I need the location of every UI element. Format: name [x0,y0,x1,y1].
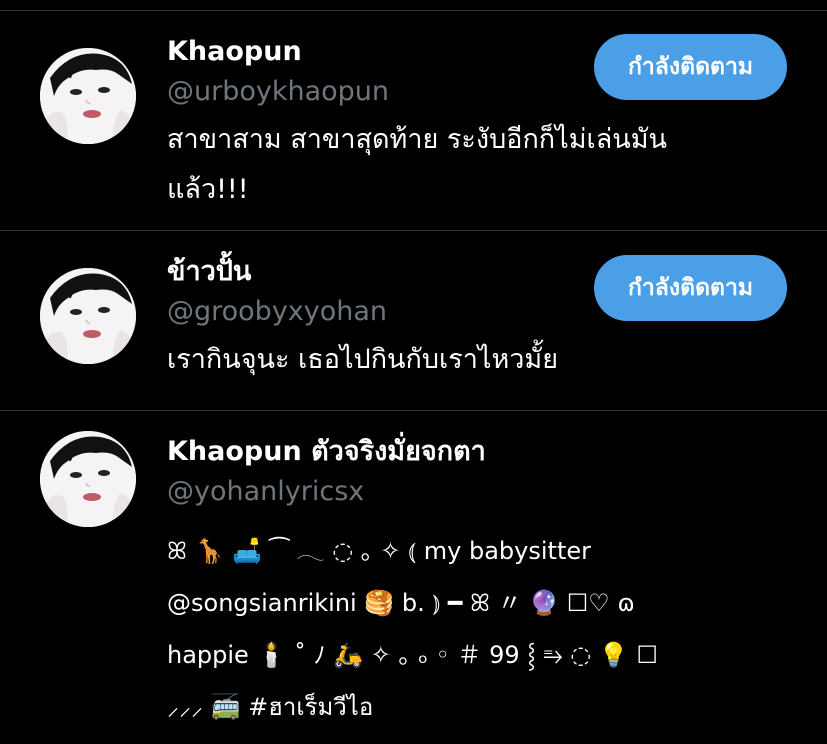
user-handle: @urboykhaopun [167,76,390,107]
user-bio: สาขาสาม สาขาสุดท้าย ระงับอีกก็ไม่เล่นมัน… [167,115,767,215]
bio-line: ꕤ 🦒 🛋️ ⁀ 𓂃 ◌ ｡ ✧ ⦅ my babysitter [167,537,591,565]
display-name: ข้าวปั้น [167,256,252,287]
avatar-illustration-icon [40,268,136,364]
display-name: Khaopun [167,36,302,67]
avatar-illustration-icon [40,431,136,527]
user-handle: @yohanlyricsx [167,476,365,507]
user-row-1[interactable]: Khaopun @urboykhaopun สาขาสาม สาขาสุดท้า… [0,11,827,230]
bio-line: แล้ว!!! [167,174,249,205]
display-name: Khaopun ตัวจริงมั่ยจกตา [167,436,486,467]
avatar[interactable] [40,431,136,527]
user-bio: ꕤ 🦒 🛋️ ⁀ 𓂃 ◌ ｡ ✧ ⦅ my babysitter @songsi… [167,525,807,733]
avatar-illustration-icon [40,48,136,144]
bio-line: สาขาสาม สาขาสุดท้าย ระงับอีกก็ไม่เล่นมัน [167,124,668,155]
user-row-2[interactable]: ข้าวปั้น @groobyxyohan เรากินจุนะ เธอไปก… [0,231,827,410]
avatar[interactable] [40,268,136,364]
bio-line: happie 🕯️ ˚ ﾉ 🛵 ✧ ｡ ₒ ◦ ＃ 99 ⸾ ⥱ ◌ 💡 ☐ [167,641,658,669]
bio-line: ⸝⸝⸝ 🚎 #ฮาเร็มวีไอ [167,693,374,721]
bio-line: เรากินจุนะ เธอไปกินกับเราไหวมั้ย [167,344,559,375]
user-bio: เรากินจุนะ เธอไปกินกับเราไหวมั้ย [167,335,767,385]
user-row-3[interactable]: Khaopun ตัวจริงมั่ยจกตา @yohanlyricsx ꕤ … [0,411,827,744]
bio-line: @songsianrikini 🥞 b. ⦆ ━ ꕤ 〃 🔮 ☐♡ ɷ [167,589,635,617]
following-button[interactable]: กำลังติดตาม [594,255,787,321]
following-button[interactable]: กำลังติดตาม [594,34,787,100]
user-handle: @groobyxyohan [167,296,388,327]
avatar[interactable] [40,48,136,144]
